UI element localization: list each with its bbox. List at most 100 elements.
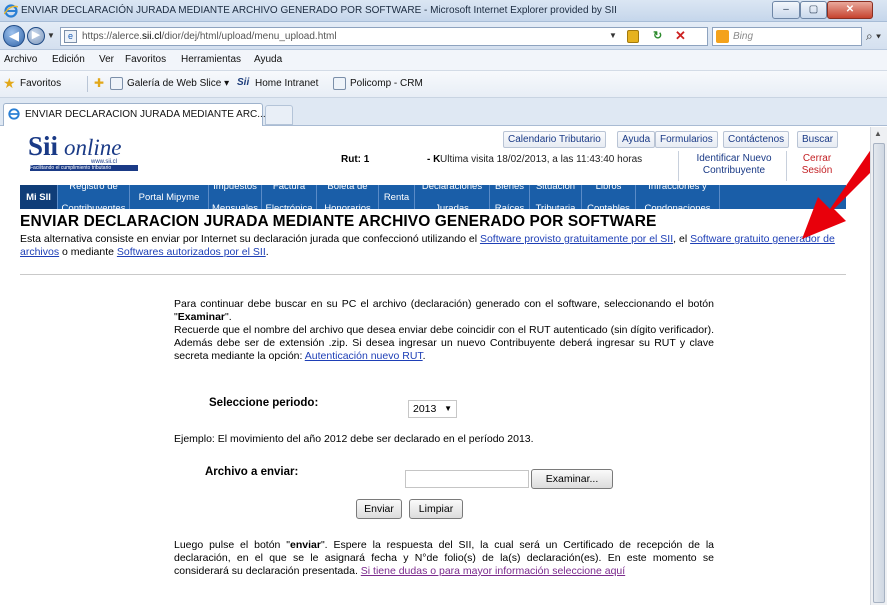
nav-item-label: Bienes [494, 180, 525, 192]
nav-item-label-2: Contribuyentes [61, 202, 126, 214]
nav-item-label-2: Tributaria [535, 202, 576, 214]
maximize-button[interactable]: ▢ [800, 1, 827, 19]
favorites-button[interactable]: Favoritos [20, 78, 61, 89]
menu-archivo[interactable]: Archivo [4, 54, 37, 65]
url-text: https://alerce.sii.cl/dior/dej/html/uplo… [82, 31, 337, 42]
nav-item-label: Mi SII [26, 191, 51, 203]
sii-favicon: Sii [237, 77, 250, 88]
periodo-label: Seleccione periodo: [209, 397, 319, 409]
rut-dv: - K [427, 154, 441, 165]
rut-label: Rut: 1 [341, 154, 370, 165]
menu-favoritos[interactable]: Favoritos [125, 54, 166, 65]
logo-sii: Sii [28, 131, 59, 161]
final-paragraph: Luego pulse el botón "enviar". Espere la… [174, 539, 714, 578]
enviar-button[interactable]: Enviar [356, 499, 402, 519]
archivo-label: Archivo a enviar: [205, 466, 299, 478]
menu-herramientas[interactable]: Herramientas [181, 54, 241, 65]
nav-item-10[interactable]: Situación Tributaria [530, 181, 582, 214]
stop-icon[interactable]: ✕ [675, 28, 686, 44]
periodo-select[interactable]: 2013 ▼ [408, 400, 457, 418]
nav-item-9[interactable]: Bienes Raíces [490, 181, 530, 214]
refresh-icon[interactable]: ↻ [653, 29, 662, 42]
minimize-button[interactable]: – [772, 1, 800, 19]
vertical-scrollbar[interactable]: ▲ [870, 127, 887, 605]
window-title: ENVIAR DECLARACIÓN JURADA MEDIANTE ARCHI… [21, 5, 617, 16]
add-favorite-icon[interactable]: ✚ [94, 76, 104, 90]
lock-icon[interactable] [627, 30, 639, 43]
limpiar-button[interactable]: Limpiar [409, 499, 463, 519]
identificar-line2: Contribuyente [702, 165, 766, 176]
search-input[interactable]: Bing [712, 27, 862, 46]
sii-online-logo[interactable]: Sii online www.sii.cl Facilitando el cum… [28, 131, 143, 173]
search-icon[interactable]: ⌕ ▾ [866, 29, 881, 44]
p2-text-b: . [422, 350, 426, 362]
scrollbar-thumb[interactable] [873, 143, 885, 603]
divider [678, 151, 679, 181]
p1-text-c: ". [225, 311, 232, 323]
p1-examinar-bold: Examinar [177, 311, 226, 323]
divider [20, 274, 846, 275]
nav-item-label: Portal Mipyme [138, 191, 200, 203]
menu-ver[interactable]: Ver [99, 54, 114, 65]
link-calendario[interactable]: Calendario Tributario [503, 131, 606, 148]
menu-edicion[interactable]: Edición [52, 54, 85, 65]
nav-item-7[interactable]: Renta [379, 185, 415, 209]
chevron-down-icon: ▼ [444, 404, 452, 413]
forward-button[interactable]: ▶ [27, 27, 45, 45]
fav-home-intranet[interactable]: Home Intranet [255, 78, 318, 89]
examinar-button[interactable]: Examinar... [531, 469, 613, 489]
menu-ayuda[interactable]: Ayuda [254, 54, 282, 65]
nav-item-11[interactable]: Libros Contables [582, 181, 636, 214]
tab-title: ENVIAR DECLARACION JURADA MEDIANTE ARC..… [25, 109, 266, 120]
link-ayuda[interactable]: Ayuda [617, 131, 656, 148]
link-autenticacion-nuevo-rut[interactable]: Autenticación nuevo RUT [305, 350, 423, 362]
link-formularios[interactable]: Formularios [655, 131, 718, 148]
nav-item-label-2: Raíces [494, 202, 525, 214]
history-dropdown-icon[interactable]: ▼ [47, 31, 55, 40]
file-path-input[interactable] [405, 470, 529, 488]
link-contactenos[interactable]: Contáctenos [723, 131, 790, 148]
link-software-sii[interactable]: Software provisto gratuitamente por el S… [480, 233, 673, 245]
nav-item-1[interactable]: Mi SII [20, 185, 58, 209]
bing-icon [716, 30, 729, 43]
tab-active[interactable]: ENVIAR DECLARACION JURADA MEDIANTE ARC..… [3, 103, 266, 126]
nav-item-label-2: Juradas [435, 202, 469, 214]
url-field[interactable]: e https://alerce.sii.cl/dior/dej/html/up… [60, 27, 708, 46]
divider [786, 151, 787, 181]
fav-policomp-crm[interactable]: Policomp - CRM [350, 78, 423, 89]
intro-text: Esta alternativa consiste en enviar por … [20, 233, 850, 259]
nav-item-label-2: Honorarios [324, 202, 371, 214]
nav-item-5[interactable]: Factura Electrónica [262, 181, 317, 214]
identificar-line1: Identificar Nuevo [696, 153, 772, 164]
link-mayor-informacion[interactable]: Si tiene dudas o para mayor información … [361, 565, 625, 577]
close-window-button[interactable]: ✕ [827, 1, 873, 19]
menu-bar: Archivo Edición Ver Favoritos Herramient… [0, 50, 887, 71]
ejemplo-text: Ejemplo: El movimiento del año 2012 debe… [174, 433, 534, 445]
p3-enviar-bold: enviar [290, 539, 321, 551]
nav-item-6[interactable]: Boleta de Honorarios [317, 181, 379, 214]
search-placeholder: Bing [733, 31, 754, 42]
top-links: Calendario Tributario Ayuda Formularios … [494, 131, 844, 148]
nav-item-12[interactable]: Infracciones y Condonaciones [636, 181, 720, 214]
nav-item-label: Registro de [69, 180, 118, 192]
nav-item-3[interactable]: Portal Mipyme [130, 185, 209, 209]
favorites-bar: ★ Favoritos ✚ Galería de Web Slice ▾ Sii… [0, 71, 887, 98]
internet-explorer-icon [8, 108, 20, 120]
favorites-star-icon[interactable]: ★ [3, 75, 16, 92]
scroll-up-icon[interactable]: ▲ [874, 129, 882, 138]
link-softwares-autorizados[interactable]: Softwares autorizados por el SII [117, 246, 266, 258]
url-dropdown-icon[interactable]: ▼ [609, 31, 617, 40]
intro-text-b: , el [673, 233, 691, 245]
rut-redacted [371, 154, 426, 166]
identificar-nuevo-link[interactable]: Identificar Nuevo Contribuyente [686, 153, 782, 177]
new-tab-button[interactable] [265, 105, 293, 125]
fav-web-slice[interactable]: Galería de Web Slice ▾ [127, 78, 229, 89]
nav-item-2[interactable]: Registro de Contribuyentes [58, 181, 130, 214]
nav-item-label-2: Contables [587, 202, 630, 214]
nav-item-8[interactable]: Declaraciones Juradas [415, 181, 490, 214]
instructions-paragraph: Para continuar debe buscar en su PC el a… [174, 298, 714, 324]
web-slice-icon [110, 77, 123, 90]
main-nav: Mi SII Registro de Contribuyentes Portal Mi… [20, 181, 846, 214]
nav-item-4[interactable]: Impuestos Mensuales [209, 181, 262, 214]
back-button[interactable]: ◀ [3, 25, 25, 47]
